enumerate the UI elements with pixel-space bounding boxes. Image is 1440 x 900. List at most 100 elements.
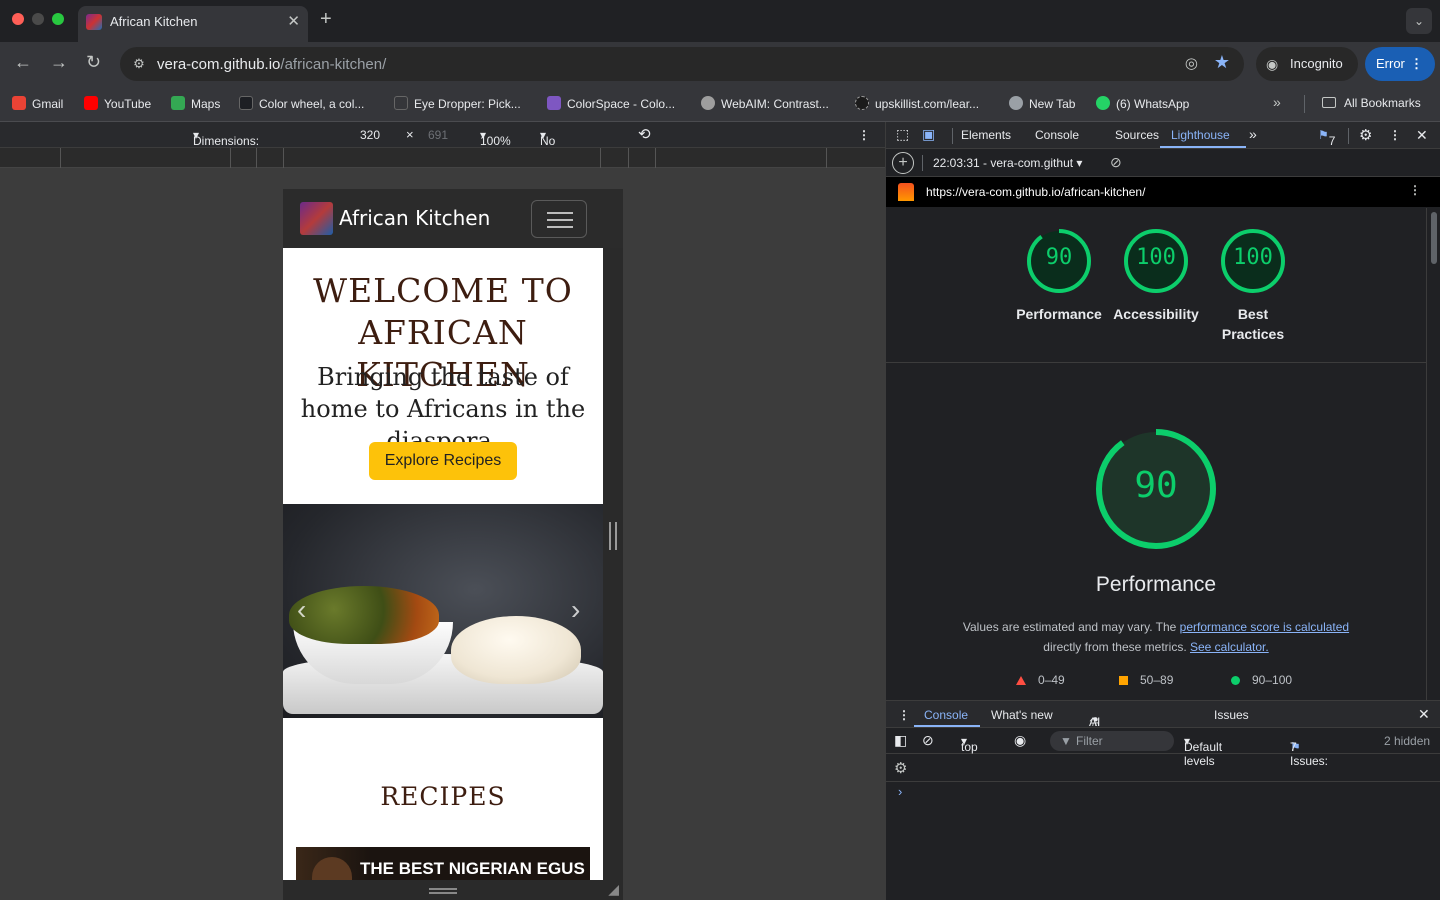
gauge-best-practices[interactable]: 100 Best Practices — [1198, 228, 1308, 344]
tab-search-button[interactable]: ⌄ — [1406, 8, 1432, 34]
drawer-tab-issues[interactable]: Issues — [1214, 708, 1249, 722]
site-settings-icon[interactable]: ⚙ — [128, 53, 150, 75]
bookmark-star-icon[interactable]: ★ — [1214, 52, 1230, 73]
device-toggle-icon[interactable]: ▣ — [922, 126, 935, 143]
sidebar-toggle-icon[interactable]: ◧ — [894, 732, 907, 749]
bookmark-label: Color wheel, a col... — [259, 97, 365, 111]
url-text[interactable]: vera-com.github.io/african-kitchen/ — [157, 56, 386, 73]
device-more-icon[interactable]: ⋮ — [858, 128, 870, 142]
width-input[interactable]: 320 — [360, 128, 380, 142]
bookmark-item[interactable]: YouTube — [84, 96, 151, 111]
browser-tab[interactable]: African Kitchen ✕ — [78, 6, 308, 42]
swap-dimensions-icon[interactable]: × — [406, 127, 414, 142]
scrollbar-thumb[interactable] — [1431, 212, 1437, 264]
resize-corner-icon[interactable]: ◢ — [608, 881, 619, 898]
lighthouse-logo-icon — [898, 183, 914, 201]
live-expression-eye-icon[interactable]: ◉ — [1014, 732, 1026, 749]
carousel-next-icon[interactable]: › — [571, 594, 580, 626]
more-tabs-icon[interactable]: » — [1249, 126, 1257, 142]
inspect-element-icon[interactable]: ⬚ — [896, 126, 909, 143]
legend-range: 90–100 — [1252, 673, 1293, 687]
report-menu-icon[interactable]: ⋮ — [1409, 183, 1421, 197]
clear-console-icon[interactable]: ⊘ — [922, 732, 934, 749]
close-drawer-icon[interactable]: ✕ — [1418, 706, 1430, 723]
navbar-toggler-button[interactable] — [531, 200, 587, 238]
bookmark-item[interactable]: (6) WhatsApp — [1096, 96, 1189, 111]
minimize-window-button[interactable] — [32, 13, 44, 25]
bookmarks-divider — [1304, 95, 1305, 113]
height-input[interactable]: 691 — [428, 128, 448, 142]
audited-url[interactable]: https://vera-com.github.io/african-kitch… — [926, 185, 1145, 199]
throttling-select[interactable]: No throttling ▾ — [540, 128, 586, 162]
devtools-drawer: ⋮ Console What's new AI assistance ⚗ Iss… — [886, 700, 1440, 900]
maximize-window-button[interactable] — [52, 13, 64, 25]
devtools-tabbar: ⬚ ▣ Elements Console Sources Lighthouse … — [886, 122, 1440, 149]
bookmark-item[interactable]: Maps — [171, 96, 220, 111]
devtools-more-icon[interactable]: ⋮ — [1389, 128, 1401, 142]
error-button[interactable]: Error ⋮ — [1365, 47, 1435, 81]
console-settings-icon[interactable]: ⚙ — [894, 759, 907, 777]
explore-recipes-button[interactable]: Explore Recipes — [369, 442, 517, 480]
settings-gear-icon[interactable]: ⚙ — [1359, 126, 1372, 144]
issues-badge[interactable]: ⚑ 7 — [1318, 128, 1335, 148]
log-levels-label: Default levels — [1184, 740, 1223, 768]
bookmark-label: (6) WhatsApp — [1116, 97, 1190, 111]
ruler-tick — [600, 148, 601, 168]
drawer-tab-whats-new[interactable]: What's new — [991, 708, 1053, 722]
ruler-tick — [230, 148, 231, 168]
bookmark-label: New Tab — [1029, 97, 1076, 111]
incognito-indicator[interactable]: ◉ Incognito — [1256, 47, 1358, 81]
tab-strip: African Kitchen ✕ + ⌄ — [0, 0, 1440, 42]
context-select[interactable]: top ▾ — [961, 734, 978, 754]
bookmark-item[interactable]: Color wheel, a col... — [239, 96, 364, 111]
bookmark-item[interactable]: Eye Dropper: Pick... — [394, 96, 521, 111]
address-bar[interactable]: ⚙ vera-com.github.io/african-kitchen/ ◎ … — [120, 47, 1244, 81]
site-brand[interactable]: African Kitchen — [339, 206, 490, 230]
new-report-icon[interactable]: + — [892, 152, 914, 174]
drawer-active-indicator — [914, 725, 980, 727]
tab-sources[interactable]: Sources — [1115, 128, 1159, 142]
rotate-icon[interactable]: ⟲ — [638, 125, 651, 143]
carousel-prev-icon[interactable]: ‹ — [297, 594, 306, 626]
performance-detail: 90 Performance Values are estimated and … — [886, 363, 1426, 700]
new-tab-button[interactable]: + — [320, 8, 332, 31]
gauge-performance[interactable]: 90 Performance — [1004, 228, 1114, 324]
zoom-select[interactable]: 100% ▾ — [480, 128, 511, 148]
resize-handle-right[interactable] — [609, 522, 617, 550]
gauge-accessibility[interactable]: 100 Accessibility — [1101, 228, 1211, 324]
drawer-tab-console[interactable]: Console — [924, 708, 968, 722]
more-bookmarks-icon[interactable]: » — [1273, 94, 1281, 110]
dimensions-select[interactable]: Dimensions: Responsive ▾ — [193, 128, 259, 162]
log-levels-select[interactable]: Default levels ▾ — [1184, 734, 1222, 768]
back-icon[interactable]: ← — [14, 52, 32, 73]
context-label: top — [961, 740, 978, 754]
see-calculator-link[interactable]: See calculator. — [1190, 640, 1269, 654]
bookmark-item[interactable]: New Tab — [1009, 96, 1075, 111]
score-calculated-link[interactable]: performance score is calculated — [1180, 620, 1349, 634]
bookmark-item[interactable]: upskillist.com/lear... — [855, 96, 979, 111]
folder-icon — [1322, 97, 1336, 108]
tracking-protection-icon[interactable]: ◎ — [1185, 54, 1198, 72]
tab-lighthouse[interactable]: Lighthouse — [1171, 128, 1230, 142]
tab-close-icon[interactable]: ✕ — [287, 12, 300, 30]
bookmark-item[interactable]: ColorSpace - Colo... — [547, 96, 675, 111]
resize-handle-bottom[interactable] — [429, 888, 457, 894]
drawer-menu-icon[interactable]: ⋮ — [898, 708, 910, 722]
tab-elements[interactable]: Elements — [961, 128, 1011, 142]
report-scrollbar[interactable] — [1426, 208, 1440, 700]
close-devtools-icon[interactable]: ✕ — [1416, 127, 1428, 144]
tab-console[interactable]: Console — [1035, 128, 1079, 142]
bookmark-item[interactable]: Gmail — [12, 96, 63, 111]
forward-icon[interactable]: → — [50, 52, 68, 73]
reload-icon[interactable]: ↻ — [86, 52, 101, 73]
all-bookmarks-button[interactable]: All Bookmarks — [1322, 96, 1421, 110]
active-tab-indicator — [1160, 146, 1246, 148]
site-logo[interactable] — [300, 202, 333, 235]
clear-reports-icon[interactable]: ⊘ — [1110, 154, 1122, 171]
report-select[interactable]: 22:03:31 - vera-com.githut ▾ — [933, 156, 1082, 170]
bookmark-item[interactable]: WebAIM: Contrast... — [701, 96, 829, 111]
issues-count: 7 — [1290, 740, 1297, 754]
bookmark-label: ColorSpace - Colo... — [567, 97, 676, 111]
close-window-button[interactable] — [12, 13, 24, 25]
console-input[interactable]: › — [886, 781, 1440, 799]
